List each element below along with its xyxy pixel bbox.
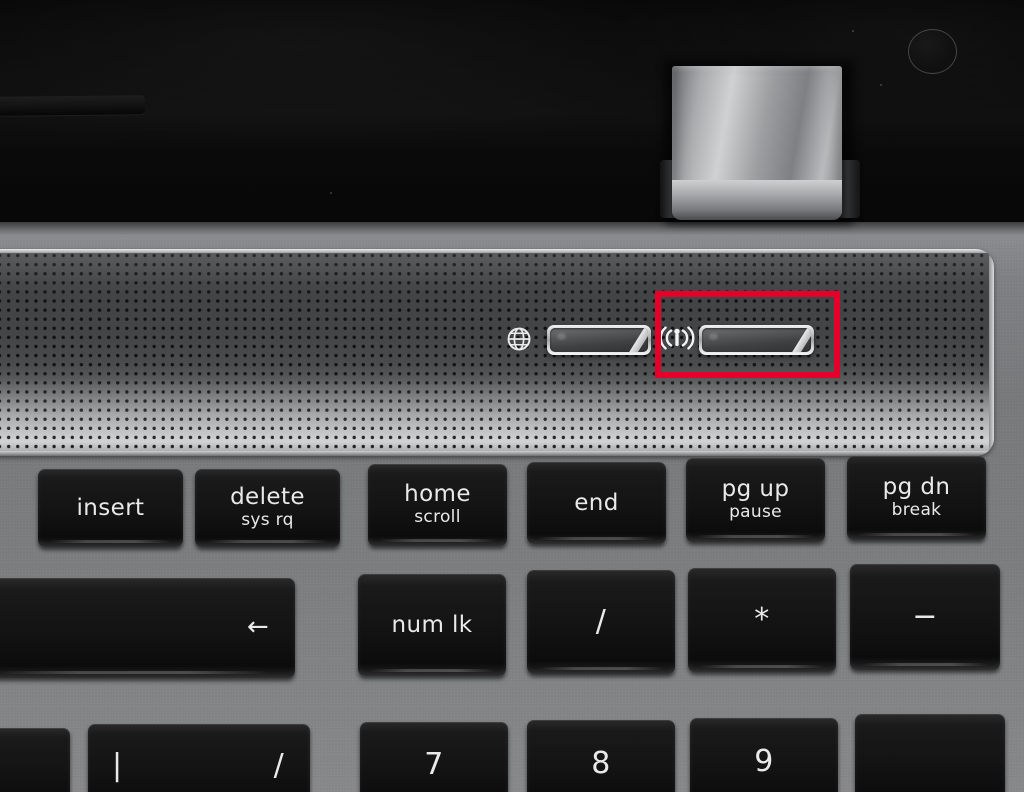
lid-reflection xyxy=(0,0,1024,250)
key-delete[interactable]: delete sys rq xyxy=(195,469,340,547)
key-secondary-label: break xyxy=(891,500,942,521)
browser-button-bevel xyxy=(620,328,648,352)
chassis-top-edge xyxy=(0,222,1024,236)
dust-speck xyxy=(852,30,854,32)
key-primary-label: / xyxy=(595,604,607,640)
key-8[interactable]: 8 xyxy=(527,720,675,792)
wireless-button-highlight-box xyxy=(655,291,840,378)
grille-gloss xyxy=(0,249,994,456)
key-pg-up[interactable]: pg up pause xyxy=(686,458,825,542)
hinge-barrel xyxy=(672,180,842,220)
globe-icon xyxy=(507,327,531,351)
lid-rubber-bumper xyxy=(908,29,957,74)
key-9[interactable]: 9 xyxy=(690,718,838,792)
speaker-grille xyxy=(0,249,994,456)
grille-rim-top xyxy=(0,249,994,253)
key-backspace[interactable]: ← xyxy=(0,578,295,678)
key-primary-label: insert xyxy=(76,494,145,521)
key-backslash[interactable]: | / xyxy=(88,724,310,792)
key-multiply[interactable]: * xyxy=(688,568,836,672)
key-plus-partial[interactable] xyxy=(855,714,1005,792)
key-primary-label: num lk xyxy=(391,611,473,638)
grille-rim-right xyxy=(989,249,994,456)
key-enter-partial[interactable] xyxy=(0,728,70,792)
key-primary-label: ← xyxy=(246,612,269,643)
key-primary-label: | xyxy=(112,748,123,784)
key-primary-label: 9 xyxy=(754,744,774,780)
key-end[interactable]: end xyxy=(527,462,666,544)
screenshot-root: insert delete sys rq home scroll end pg up paus… xyxy=(0,0,1024,792)
key-primary-label: − xyxy=(912,599,938,635)
browser-button-face xyxy=(550,328,648,352)
key-secondary-label: / xyxy=(273,747,284,783)
key-primary-label: 8 xyxy=(591,746,611,782)
dust-speck xyxy=(880,84,882,86)
browser-button[interactable] xyxy=(547,325,651,355)
key-primary-label: home xyxy=(404,481,471,508)
key-primary-label: delete xyxy=(230,484,305,511)
key-primary-label: pg dn xyxy=(882,474,951,501)
key-secondary-label: sys rq xyxy=(241,510,294,531)
key-primary-label: end xyxy=(574,489,619,516)
key-insert[interactable]: insert xyxy=(38,469,183,547)
key-secondary-label: scroll xyxy=(414,507,461,528)
key-pg-dn[interactable]: pg dn break xyxy=(847,456,986,540)
key-7[interactable]: 7 xyxy=(360,722,508,792)
key-num-lk[interactable]: num lk xyxy=(358,574,506,676)
lid-rubber-foot xyxy=(0,95,146,116)
key-primary-label: pg up xyxy=(721,476,790,503)
keyboard: insert delete sys rq home scroll end pg up paus… xyxy=(0,456,1024,792)
key-minus[interactable]: − xyxy=(850,564,1000,670)
key-divide[interactable]: / xyxy=(527,570,675,674)
key-home[interactable]: home scroll xyxy=(368,464,507,546)
key-primary-label: 7 xyxy=(424,747,444,783)
dust-speck xyxy=(330,192,332,194)
key-primary-label: * xyxy=(754,602,770,638)
key-secondary-label: pause xyxy=(729,502,782,523)
